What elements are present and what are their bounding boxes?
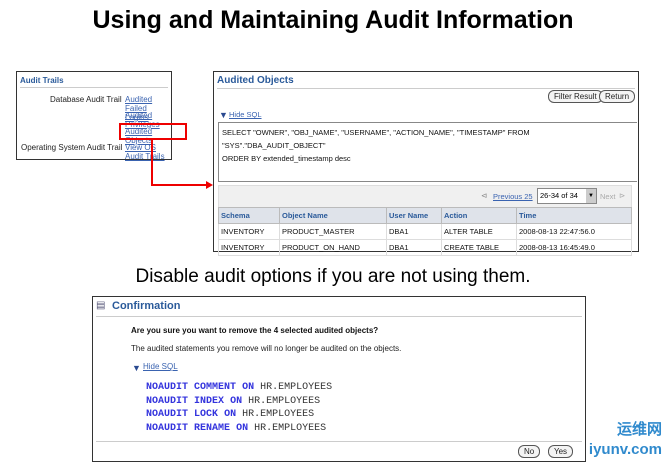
triangle-down-icon[interactable]: ▼ xyxy=(219,110,228,120)
audited-objects-heading: Audited Objects xyxy=(217,75,294,86)
table-row: INVENTORY PRODUCT_ON_HAND DBA1 CREATE TABLE… xyxy=(218,239,632,256)
cell: PRODUCT_MASTER xyxy=(279,223,387,240)
audited-objects-table: Schema Object Name User Name Action Time… xyxy=(218,207,632,256)
cell: DBA1 xyxy=(386,223,442,240)
filter-result-button[interactable]: Filter Result xyxy=(548,90,603,103)
next-label: Next xyxy=(600,192,616,201)
slide-subtitle: Disable audit options if you are not usi… xyxy=(135,266,531,287)
confirmation-heading: Confirmation xyxy=(112,300,181,312)
cell: INVENTORY xyxy=(218,239,280,256)
range-select[interactable]: 26-34 of 34 ▼ xyxy=(537,188,597,204)
confirmation-panel: ▤ Confirmation Are you sure you want to … xyxy=(92,296,586,462)
table-row: INVENTORY PRODUCT_MASTER DBA1 ALTER TABLE 20… xyxy=(218,223,632,240)
triangle-down-icon[interactable]: ▼ xyxy=(132,363,141,373)
document-icon: ▤ xyxy=(96,300,106,311)
column-header[interactable]: Time xyxy=(516,207,632,224)
cell: DBA1 xyxy=(386,239,442,256)
table-header-row: Schema Object Name User Name Action Time xyxy=(218,207,632,224)
divider xyxy=(96,441,582,442)
sql-statement: NOAUDIT LOCK ON HR.EMPLOYEES xyxy=(146,409,315,420)
column-header[interactable]: Schema xyxy=(218,207,280,224)
column-header[interactable]: Action xyxy=(441,207,517,224)
sql-statement: NOAUDIT INDEX ON HR.EMPLOYEES xyxy=(146,395,321,407)
hide-sql-link[interactable]: Hide SQL xyxy=(229,110,262,119)
cell: CREATE TABLE xyxy=(441,239,517,256)
confirmation-question: Are you sure you want to remove the 4 se… xyxy=(131,326,379,335)
return-button[interactable]: Return xyxy=(599,90,636,103)
column-header[interactable]: User Name xyxy=(386,207,442,224)
cell: 2008-08-13 16:45:49.0 xyxy=(516,239,632,256)
sql-line: ORDER BY extended_timestamp desc xyxy=(222,154,351,163)
confirmation-note: The audited statements you remove will n… xyxy=(131,344,402,353)
audited-objects-panel: Audited Objects Filter Result Return ▼ H… xyxy=(213,71,639,256)
range-value: 26-34 of 34 xyxy=(540,191,578,200)
previous-link[interactable]: Previous 25 xyxy=(493,192,533,201)
pagination-bar: ⊲ Previous 25 26-34 of 34 ▼ Next ⊳ xyxy=(218,185,632,209)
hide-sql-link[interactable]: Hide SQL xyxy=(143,362,178,371)
cell: 2008-08-13 22:47:56.0 xyxy=(516,223,632,240)
divider xyxy=(217,88,635,89)
column-header[interactable]: Object Name xyxy=(279,207,387,224)
chevron-down-icon: ▼ xyxy=(586,189,596,203)
cell: PRODUCT_ON_HAND xyxy=(279,239,387,256)
cell: ALTER TABLE xyxy=(441,223,517,240)
watermark-logo: 运维网 iyunv.com xyxy=(588,421,662,458)
divider xyxy=(96,316,582,317)
no-button[interactable]: No xyxy=(518,445,541,458)
next-icon: ⊳ xyxy=(619,191,626,200)
sql-statement: NOAUDIT RENAME ON HR.EMPLOYEES xyxy=(146,422,327,434)
sql-line: SELECT "OWNER", "OBJ_NAME", "USERNAME", … xyxy=(222,128,530,150)
noaudit-statements: NOAUDIT COMMENT ON HR.EMPLOYEES NOAUDIT … xyxy=(146,381,332,435)
cell: INVENTORY xyxy=(218,223,280,240)
sql-statement: NOAUDIT COMMENT ON HR.EMPLOYEES xyxy=(146,382,333,393)
sql-text: SELECT "OWNER", "OBJ_NAME", "USERNAME", … xyxy=(218,122,637,182)
previous-icon[interactable]: ⊲ xyxy=(481,191,487,200)
